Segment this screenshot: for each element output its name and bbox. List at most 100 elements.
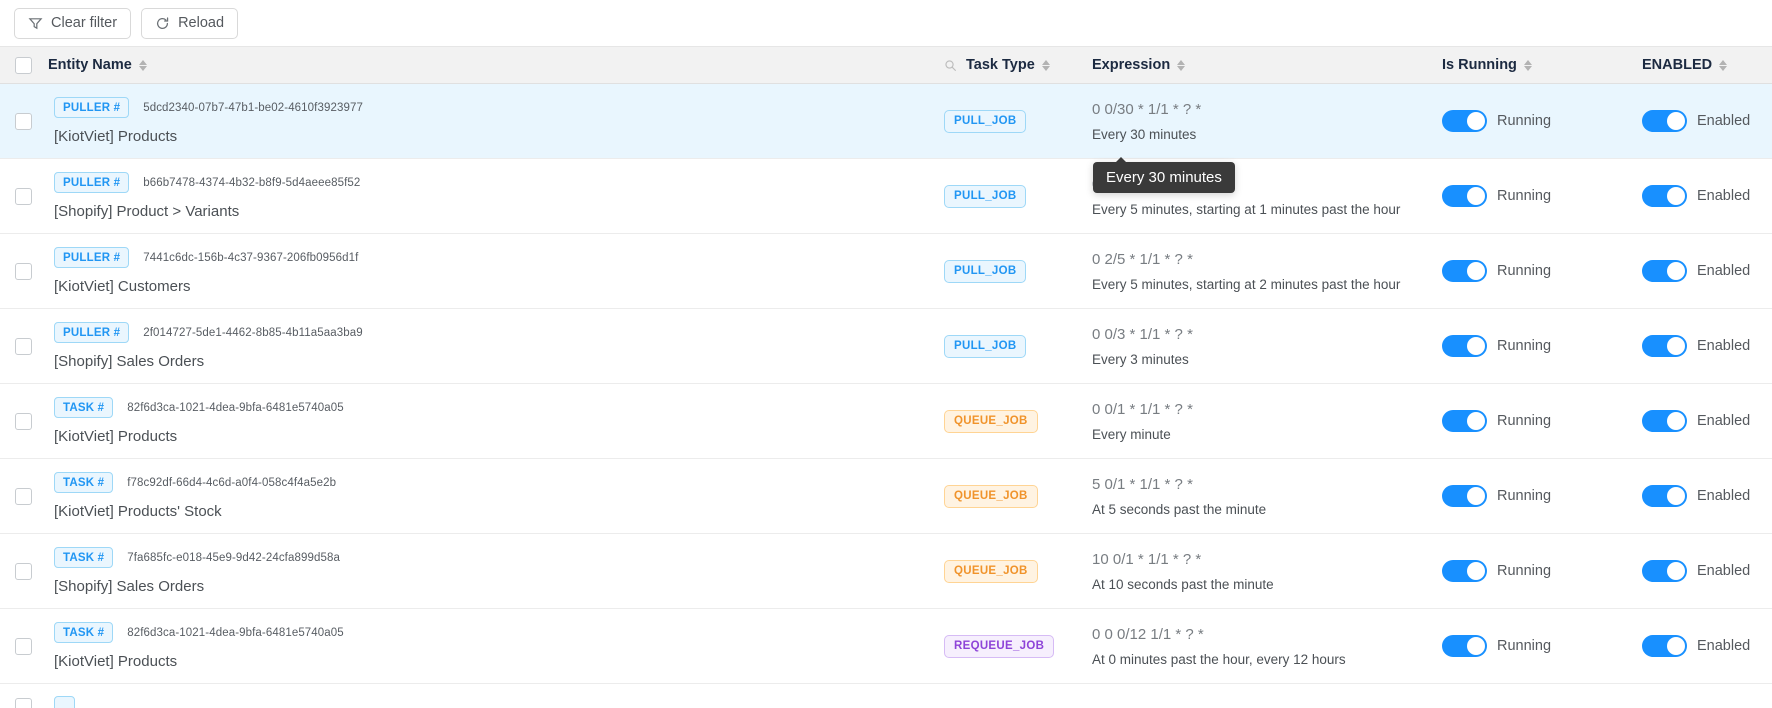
enabled-toggle[interactable] — [1642, 335, 1687, 357]
task-type-cell: PULL_JOB — [940, 159, 1088, 233]
row-checkbox[interactable] — [14, 187, 32, 205]
table-row[interactable] — [0, 684, 1772, 708]
header-task-type-label: Task Type — [966, 57, 1035, 73]
enabled-label: Enabled — [1697, 263, 1751, 279]
enabled-toggle[interactable] — [1642, 185, 1687, 207]
select-all-checkbox[interactable] — [14, 56, 32, 74]
entity-uuid: 82f6d3ca-1021-4dea-9bfa-6481e5740a05 — [127, 401, 344, 414]
is-running-cell: Running — [1438, 459, 1638, 533]
sort-expression[interactable] — [1177, 59, 1186, 71]
search-icon[interactable] — [944, 59, 957, 72]
table-row[interactable]: PULLER # b66b7478-4374-4b32-b8f9-5d4aeee8… — [0, 159, 1772, 234]
entity-name-cell: PULLER # 5dcd2340-07b7-47b1-be02-4610f392… — [46, 84, 940, 158]
id-type-badge: PULLER # — [54, 247, 130, 268]
clear-filter-button[interactable]: Clear filter — [14, 7, 132, 39]
table-row[interactable]: TASK # 7fa685fc-e018-45e9-9d42-24cfa899d5… — [0, 534, 1772, 609]
header-expression: Expression — [1088, 57, 1438, 73]
table-row[interactable]: TASK # f78c92df-66d4-4c6d-a0f4-058c4f4a5e… — [0, 459, 1772, 534]
cron-expression: 0 0/3 * 1/1 * ? * — [1092, 325, 1193, 343]
enabled-toggle[interactable] — [1642, 560, 1687, 582]
enabled-label: Enabled — [1697, 338, 1751, 354]
id-type-badge — [54, 696, 76, 708]
table-row[interactable]: PULLER # 7441c6dc-156b-4c37-9367-206fb095… — [0, 234, 1772, 309]
sort-task-type[interactable] — [1041, 59, 1050, 71]
is-running-label: Running — [1497, 413, 1552, 429]
expression-cell: 0 0/3 * 1/1 * ? * Every 3 minutes — [1088, 309, 1438, 383]
is-running-label: Running — [1497, 338, 1552, 354]
header-entity-name: Entity Name — [46, 57, 940, 73]
expression-cell: 5 0/1 * 1/1 * ? * At 5 seconds past the m… — [1088, 459, 1438, 533]
is-running-toggle[interactable] — [1442, 110, 1487, 132]
expression-tooltip: Every 30 minutes — [1093, 157, 1235, 193]
cron-expression-description: At 5 seconds past the minute — [1092, 501, 1267, 517]
entity-name-cell: TASK # f78c92df-66d4-4c6d-a0f4-058c4f4a5e… — [46, 459, 940, 533]
row-checkbox[interactable] — [14, 698, 32, 708]
row-checkbox[interactable] — [14, 637, 32, 655]
reload-icon — [155, 16, 170, 31]
sort-entity-name[interactable] — [138, 59, 147, 71]
is-running-cell: Running — [1438, 84, 1638, 158]
sort-enabled[interactable] — [1719, 59, 1728, 71]
row-checkbox[interactable] — [14, 262, 32, 280]
cron-expression-description: At 0 minutes past the hour, every 12 hou… — [1092, 651, 1346, 667]
tasks-table: Entity Name Task Type Expression Is Runn… — [0, 46, 1772, 708]
task-type-badge: QUEUE_JOB — [944, 484, 1038, 508]
is-running-cell: Running — [1438, 309, 1638, 383]
expression-cell: 0 2/5 * 1/1 * ? * Every 5 minutes, starti… — [1088, 234, 1438, 308]
is-running-toggle[interactable] — [1442, 560, 1487, 582]
reload-button[interactable]: Reload — [141, 7, 239, 39]
enabled-cell: Enabled — [1638, 159, 1772, 233]
task-type-cell: PULL_JOB — [940, 234, 1088, 308]
entity-name-cell — [46, 684, 940, 708]
is-running-cell: Running — [1438, 234, 1638, 308]
table-header-row: Entity Name Task Type Expression Is Runn… — [0, 46, 1772, 84]
expression-cell: 10 0/1 * 1/1 * ? * At 10 seconds past the… — [1088, 534, 1438, 608]
enabled-cell: Enabled — [1638, 84, 1772, 158]
is-running-toggle[interactable] — [1442, 185, 1487, 207]
entity-name-cell: PULLER # 7441c6dc-156b-4c37-9367-206fb095… — [46, 234, 940, 308]
id-type-badge: PULLER # — [54, 172, 130, 193]
id-type-badge: TASK # — [54, 547, 114, 568]
cron-expression: 5 0/1 * 1/1 * ? * — [1092, 475, 1193, 493]
sort-is-running[interactable] — [1523, 59, 1532, 71]
entity-name: [KiotViet] Products — [54, 128, 178, 145]
is-running-toggle[interactable] — [1442, 485, 1487, 507]
is-running-cell: Running — [1438, 384, 1638, 458]
enabled-toggle[interactable] — [1642, 260, 1687, 282]
enabled-toggle[interactable] — [1642, 410, 1687, 432]
enabled-label: Enabled — [1697, 563, 1751, 579]
is-running-toggle[interactable] — [1442, 335, 1487, 357]
task-type-badge: QUEUE_JOB — [944, 409, 1038, 433]
enabled-toggle[interactable] — [1642, 485, 1687, 507]
table-row[interactable]: TASK # 82f6d3ca-1021-4dea-9bfa-6481e5740a… — [0, 384, 1772, 459]
cron-expression-description: Every 3 minutes — [1092, 351, 1189, 367]
is-running-toggle[interactable] — [1442, 635, 1487, 657]
enabled-toggle[interactable] — [1642, 110, 1687, 132]
table-row[interactable]: TASK # 82f6d3ca-1021-4dea-9bfa-6481e5740a… — [0, 609, 1772, 684]
cron-expression-description: Every 30 minutes — [1092, 126, 1197, 142]
select-all-checkbox-cell — [0, 56, 46, 74]
enabled-cell: Enabled — [1638, 384, 1772, 458]
entity-name: [KiotViet] Products — [54, 653, 178, 670]
enabled-label: Enabled — [1697, 113, 1751, 129]
row-checkbox[interactable] — [14, 337, 32, 355]
entity-name-cell: PULLER # b66b7478-4374-4b32-b8f9-5d4aeee8… — [46, 159, 940, 233]
is-running-toggle[interactable] — [1442, 410, 1487, 432]
id-type-badge: PULLER # — [54, 322, 130, 343]
entity-name: [Shopify] Sales Orders — [54, 353, 205, 370]
task-type-cell: QUEUE_JOB — [940, 534, 1088, 608]
is-running-toggle[interactable] — [1442, 260, 1487, 282]
enabled-toggle[interactable] — [1642, 635, 1687, 657]
id-type-badge: PULLER # — [54, 97, 130, 118]
row-checkbox[interactable] — [14, 562, 32, 580]
cron-expression-description: Every 5 minutes, starting at 2 minutes p… — [1092, 276, 1401, 292]
row-checkbox[interactable] — [14, 487, 32, 505]
task-type-badge: PULL_JOB — [944, 259, 1027, 283]
header-expression-label: Expression — [1092, 57, 1171, 73]
row-checkbox[interactable] — [14, 112, 32, 130]
header-is-running: Is Running — [1438, 57, 1638, 73]
row-checkbox[interactable] — [14, 412, 32, 430]
table-row[interactable]: PULLER # 2f014727-5de1-4462-8b85-4b11a5aa… — [0, 309, 1772, 384]
table-row[interactable]: PULLER # 5dcd2340-07b7-47b1-be02-4610f392… — [0, 84, 1772, 159]
expression-cell: 0 0 0/12 1/1 * ? * At 0 minutes past the … — [1088, 609, 1438, 683]
